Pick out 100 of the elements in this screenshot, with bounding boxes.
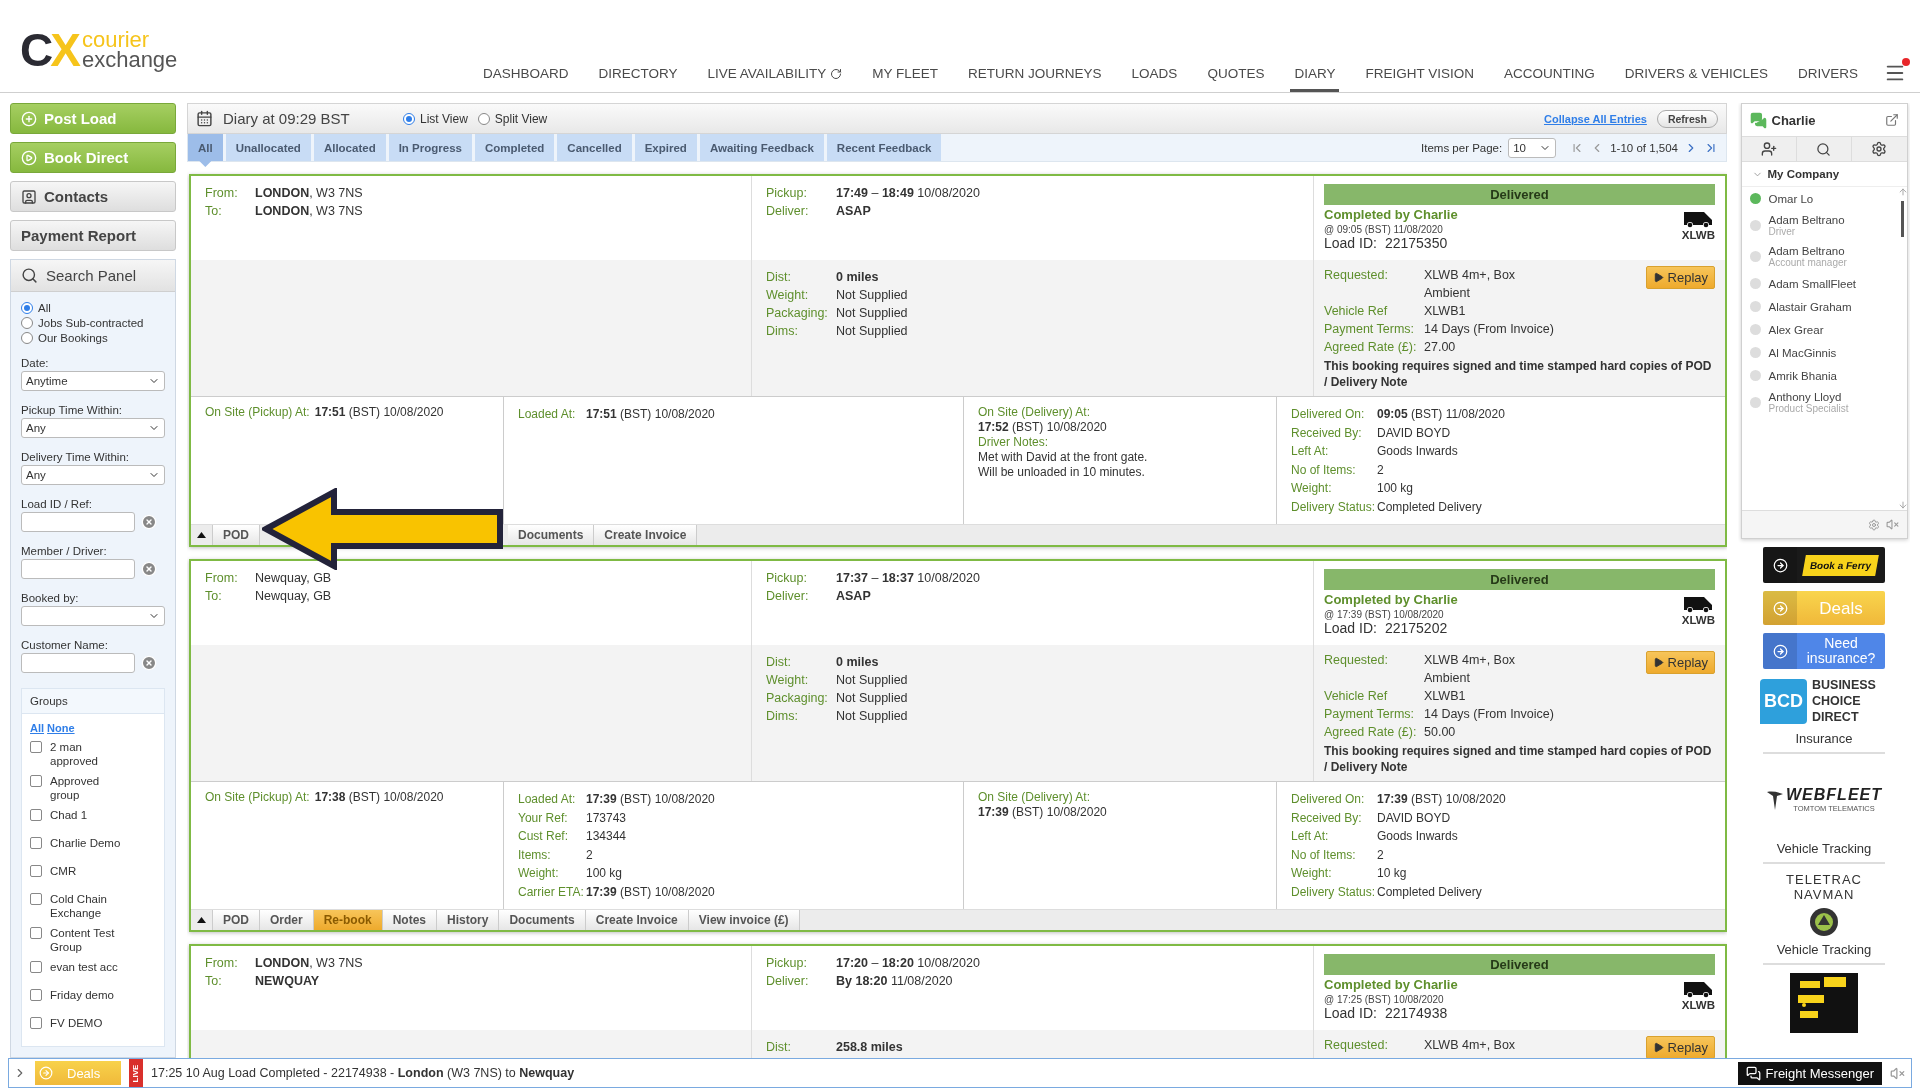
contact-group[interactable]: My Company bbox=[1741, 162, 1907, 187]
replay-button[interactable]: Replay bbox=[1645, 266, 1715, 289]
book-ferry-ad[interactable]: Book a Ferry bbox=[1763, 547, 1885, 583]
field-value: 14 Days (From Invoice) bbox=[1424, 706, 1555, 723]
clear-icon[interactable] bbox=[141, 561, 157, 577]
select-link[interactable]: All bbox=[30, 722, 45, 734]
nav-link[interactable]: QUOTES bbox=[1203, 66, 1269, 92]
nav-link[interactable]: DRIVERS & VEHICLES bbox=[1620, 66, 1772, 92]
scrollbar-thumb[interactable] bbox=[1901, 201, 1904, 237]
card-action-button[interactable]: History bbox=[437, 910, 500, 930]
settings-icon[interactable] bbox=[1867, 518, 1880, 531]
contact-item[interactable]: Adam SmallFleet bbox=[1741, 272, 1899, 295]
insurance-logo-ad[interactable]: BCD BUSINESS CHOICE DIRECT Insurance bbox=[1763, 677, 1885, 754]
filter-tab[interactable]: Allocated bbox=[313, 134, 386, 161]
filter-tab[interactable]: Awaiting Feedback bbox=[699, 134, 824, 161]
nav-link[interactable]: LOADS bbox=[1127, 66, 1182, 92]
filter-tab[interactable]: Unallocated bbox=[225, 134, 311, 161]
checkbox[interactable] bbox=[30, 1017, 42, 1029]
radio-button[interactable] bbox=[21, 332, 33, 344]
nav-link[interactable]: ACCOUNTING bbox=[1499, 66, 1599, 92]
filter-tab[interactable]: Cancelled bbox=[557, 134, 632, 161]
sidebar-button[interactable]: Payment Report bbox=[10, 220, 176, 251]
scroll-up-icon[interactable] bbox=[1897, 187, 1907, 197]
card-action-button[interactable]: Documents bbox=[499, 910, 586, 930]
radio-button[interactable] bbox=[477, 112, 490, 125]
refresh-button[interactable]: Refresh bbox=[1656, 109, 1718, 128]
field-value: Completed Delivery bbox=[1377, 883, 1483, 901]
checkbox[interactable] bbox=[30, 961, 42, 973]
filter-input[interactable] bbox=[21, 559, 135, 579]
card-action-button[interactable]: POD bbox=[213, 910, 260, 930]
clear-icon[interactable] bbox=[141, 514, 157, 530]
filter-tab[interactable]: Recent Feedback bbox=[826, 134, 942, 161]
card-action-button[interactable]: Notes bbox=[382, 910, 438, 930]
filter-input[interactable] bbox=[21, 512, 135, 532]
nav-link[interactable]: DIRECTORY bbox=[594, 66, 682, 92]
radio-label: Jobs Sub-contracted bbox=[38, 317, 144, 329]
filter-select[interactable] bbox=[21, 606, 165, 626]
checkbox[interactable] bbox=[30, 927, 42, 939]
nav-link[interactable]: MY FLEET bbox=[868, 66, 943, 92]
filter-select[interactable]: Any bbox=[21, 418, 165, 438]
field-label: Agreed Rate (£): bbox=[1324, 724, 1418, 741]
nav-link[interactable]: RETURN JOURNEYS bbox=[964, 66, 1106, 92]
contact-item[interactable]: Amrik Bhania bbox=[1741, 364, 1899, 387]
contact-item[interactable]: Anthony Lloyd Product Specialist bbox=[1741, 387, 1899, 418]
nav-link[interactable]: LIVE AVAILABILITY bbox=[703, 66, 847, 92]
popout-icon[interactable] bbox=[1884, 113, 1899, 127]
filter-select[interactable]: Any bbox=[21, 465, 165, 485]
card-action-button[interactable]: Documents bbox=[508, 525, 595, 545]
radio-button[interactable] bbox=[403, 112, 415, 125]
checkbox[interactable] bbox=[30, 741, 42, 753]
checkbox[interactable] bbox=[30, 809, 42, 821]
collapse-link[interactable]: Collapse All Entries bbox=[1544, 112, 1647, 125]
contact-item[interactable]: Adam Beltrano Account manager bbox=[1741, 241, 1899, 272]
page-range: 1-10 of 1,504 bbox=[1610, 141, 1678, 154]
radio-button[interactable] bbox=[21, 302, 33, 314]
nav-link[interactable]: DIARY bbox=[1290, 66, 1340, 92]
clear-icon[interactable] bbox=[141, 655, 157, 671]
group-label: Friday demo bbox=[50, 988, 115, 1002]
checkbox[interactable] bbox=[30, 893, 42, 905]
field-value: 17:37 – 18:37 10/08/2020 bbox=[836, 570, 981, 587]
page-size-select[interactable]: 10 bbox=[1508, 137, 1557, 158]
replay-button[interactable]: Replay bbox=[1645, 1036, 1715, 1058]
logo-icon bbox=[1808, 906, 1840, 938]
filter-tab[interactable]: Completed bbox=[474, 134, 555, 161]
card-action-button[interactable]: Create Invoice bbox=[594, 525, 698, 545]
mute-icon[interactable] bbox=[1890, 1065, 1905, 1081]
sidebar-button[interactable]: Contacts bbox=[10, 181, 176, 212]
card-action-button[interactable]: Create Invoice bbox=[585, 910, 689, 930]
field-label: From: bbox=[205, 185, 239, 202]
tracking-logo-ad[interactable]: TELETRAC NAVMAN Vehicle Tracking bbox=[1763, 872, 1885, 965]
insurance-ad[interactable]: Need insurance? bbox=[1763, 633, 1885, 669]
card-action-button[interactable]: POD bbox=[213, 525, 260, 545]
mute-icon[interactable] bbox=[1885, 518, 1899, 531]
contact-item[interactable]: Adam Beltrano Driver bbox=[1741, 210, 1899, 241]
checkbox[interactable] bbox=[30, 989, 42, 1001]
checkbox[interactable] bbox=[30, 775, 42, 787]
card-action-button[interactable]: Order bbox=[260, 910, 314, 930]
checkbox[interactable] bbox=[30, 865, 42, 877]
collapse-icon[interactable] bbox=[197, 532, 206, 538]
group-label: Chad 1 bbox=[50, 808, 89, 822]
filter-tab[interactable]: Expired bbox=[634, 134, 697, 161]
filter-input[interactable] bbox=[21, 653, 135, 673]
field-value: XLWB 4m+, Box Ambient bbox=[1424, 652, 1517, 687]
nav-link[interactable]: DASHBOARD bbox=[478, 66, 573, 92]
filter-tab[interactable]: In Progress bbox=[388, 134, 472, 161]
filter-select[interactable]: Anytime bbox=[21, 371, 165, 391]
collapse-icon[interactable] bbox=[197, 917, 206, 923]
contact-item[interactable]: Alex Grear bbox=[1741, 318, 1899, 341]
contact-item[interactable]: Al MacGinnis bbox=[1741, 341, 1899, 364]
scroll-down-icon[interactable] bbox=[1897, 500, 1907, 510]
radio-button[interactable] bbox=[21, 317, 33, 329]
freight-messenger-button[interactable]: Freight Messenger bbox=[1737, 1061, 1882, 1085]
nav-link[interactable]: FREIGHT VISION bbox=[1361, 66, 1478, 92]
nav-link[interactable]: DRIVERS bbox=[1794, 66, 1862, 92]
card-action-button[interactable]: View invoice (£) bbox=[688, 910, 800, 930]
checkbox[interactable] bbox=[30, 837, 42, 849]
contact-item[interactable]: Omar Lo bbox=[1741, 187, 1899, 210]
contact-item[interactable]: Alastair Graham bbox=[1741, 295, 1899, 318]
replay-button[interactable]: Replay bbox=[1645, 651, 1715, 674]
select-link[interactable]: None bbox=[47, 722, 75, 734]
